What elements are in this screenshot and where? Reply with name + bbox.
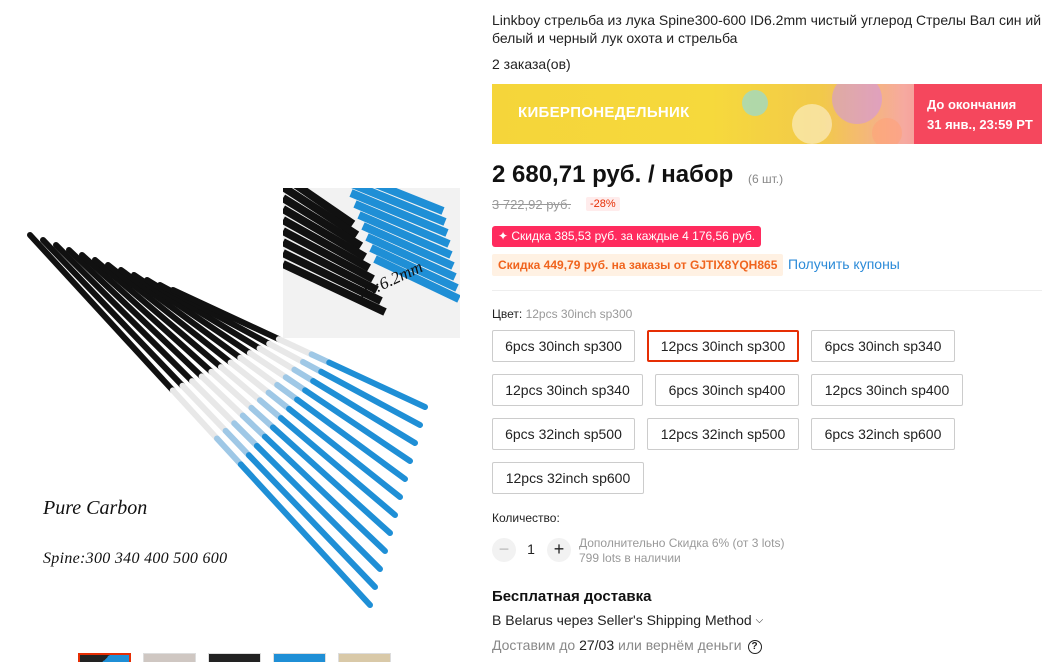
- shipping-method-text: В Belarus через Seller's Shipping Method: [492, 612, 752, 628]
- arrow-shaft: [237, 461, 373, 608]
- divider: [492, 290, 1042, 291]
- countdown-date: 31 янв., 23:59 PT: [927, 117, 1033, 132]
- image-caption-spine: Spine:300 340 400 500 600: [43, 550, 228, 567]
- arrow-shaft: [27, 232, 176, 394]
- color-option-selected[interactable]: 12pcs 30inch sp300: [647, 330, 799, 362]
- color-option[interactable]: 12pcs 30inch sp340: [492, 374, 643, 406]
- color-option[interactable]: 6pcs 32inch sp500: [492, 418, 635, 450]
- get-coupons-link[interactable]: Получить купоны: [788, 256, 900, 272]
- discount-badge: -28%: [586, 197, 620, 211]
- product-inset-image: ID:6.2mm: [283, 188, 460, 338]
- color-option[interactable]: 12pcs 30inch sp400: [811, 374, 963, 406]
- arrow-shaft: [274, 381, 301, 403]
- thumbnail-strip: [78, 653, 391, 662]
- arrow-shaft: [291, 366, 317, 385]
- arrow-shaft: [300, 359, 325, 375]
- thumbnail-5[interactable]: [338, 653, 391, 662]
- old-price: 3 722,92 руб.: [492, 197, 572, 212]
- thumbnail-2[interactable]: [143, 653, 196, 662]
- current-price: 2 680,71 руб. / набор: [492, 161, 734, 188]
- image-caption-pure-carbon: Pure Carbon: [43, 497, 148, 519]
- delivery-date: 27/03: [579, 637, 615, 653]
- product-title: Linkboy стрельба из лука Spine300-600 ID…: [492, 12, 1042, 46]
- promo-banner[interactable]: КИБЕРПОНЕДЕЛЬНИК До окончания 31 янв., 2…: [492, 84, 1042, 144]
- thumbnail-1[interactable]: [78, 653, 131, 662]
- thumbnail-4[interactable]: [273, 653, 326, 662]
- stock-text: 799 lots в наличии: [579, 551, 681, 565]
- color-label-text: Цвет:: [492, 307, 523, 321]
- quantity-info: Дополнительно Скидка 6% (от 3 lots) 799 …: [579, 536, 784, 566]
- color-option[interactable]: 12pcs 32inch sp500: [647, 418, 799, 450]
- bulk-discount-text: Дополнительно Скидка 6% (от 3 lots): [579, 536, 785, 550]
- color-selected-value: 12pcs 30inch sp300: [525, 307, 633, 321]
- color-option[interactable]: 6pcs 30inch sp300: [492, 330, 635, 362]
- help-icon[interactable]: ?: [747, 640, 762, 654]
- quantity-value[interactable]: 1: [522, 541, 540, 557]
- countdown-label: До окончания: [927, 97, 1017, 112]
- arrow-shaft: [282, 374, 309, 394]
- delivery-estimate: Доставим до 27/03 или вернём деньги?: [492, 637, 762, 654]
- banner-title: КИБЕРПОНЕДЕЛЬНИК: [518, 104, 690, 121]
- price-unit: (6 шт.): [748, 172, 784, 186]
- chevron-down-icon: ⌵: [755, 615, 764, 626]
- color-option[interactable]: 12pcs 32inch sp600: [492, 462, 644, 494]
- color-option[interactable]: 6pcs 30inch sp400: [655, 374, 799, 406]
- color-option[interactable]: 6pcs 32inch sp600: [811, 418, 955, 450]
- shipping-title: Бесплатная доставка: [492, 588, 652, 605]
- delivery-prefix: Доставим до: [492, 637, 576, 653]
- color-option[interactable]: 6pcs 30inch sp340: [811, 330, 955, 362]
- delivery-suffix: или вернём деньги: [618, 637, 742, 653]
- coupon-code-tag: Скидка 449,79 руб. на заказы от GJTIX8YQ…: [492, 254, 784, 276]
- quantity-label: Количество:: [492, 511, 560, 525]
- product-gallery: ID:6.2mm Pure Carbon Spine:300 340 400 5…: [0, 0, 470, 662]
- thumbnail-3[interactable]: [208, 653, 261, 662]
- order-count: 2 заказа(ов): [492, 56, 571, 72]
- shipping-method-selector[interactable]: В Belarus через Seller's Shipping Method…: [492, 612, 763, 628]
- color-label: Цвет: 12pcs 30inch sp300: [492, 307, 632, 321]
- quantity-decrease-button[interactable]: −: [492, 538, 516, 562]
- quantity-increase-button[interactable]: +: [547, 538, 571, 562]
- banner-countdown: До окончания 31 янв., 23:59 PT: [914, 84, 1042, 144]
- store-discount-tag: ✦ Скидка 385,53 руб. за каждые 4 176,56 …: [492, 226, 762, 247]
